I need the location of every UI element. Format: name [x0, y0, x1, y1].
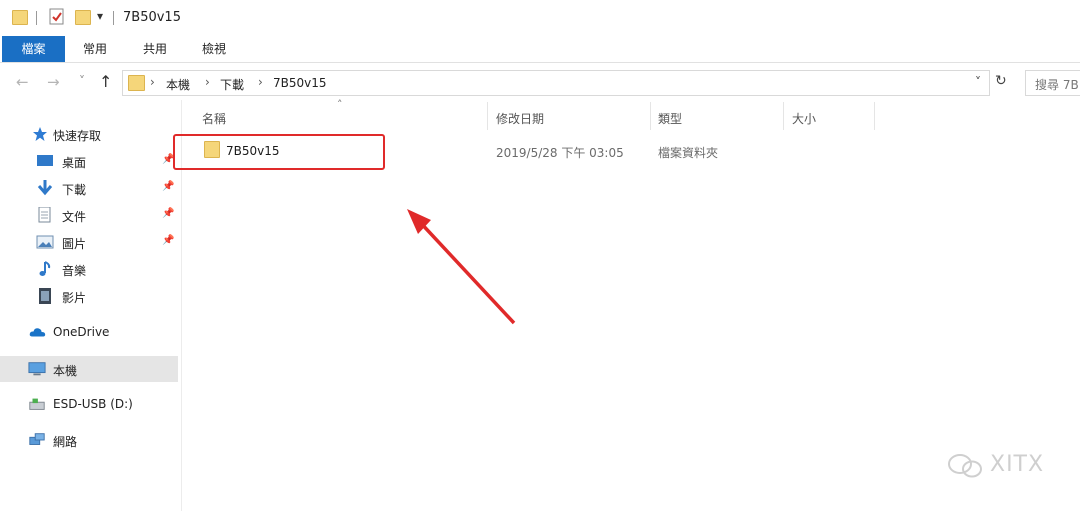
watermark-text: XITX — [990, 452, 1045, 477]
annotation-arrow — [407, 209, 516, 325]
wechat-icon — [948, 454, 982, 478]
